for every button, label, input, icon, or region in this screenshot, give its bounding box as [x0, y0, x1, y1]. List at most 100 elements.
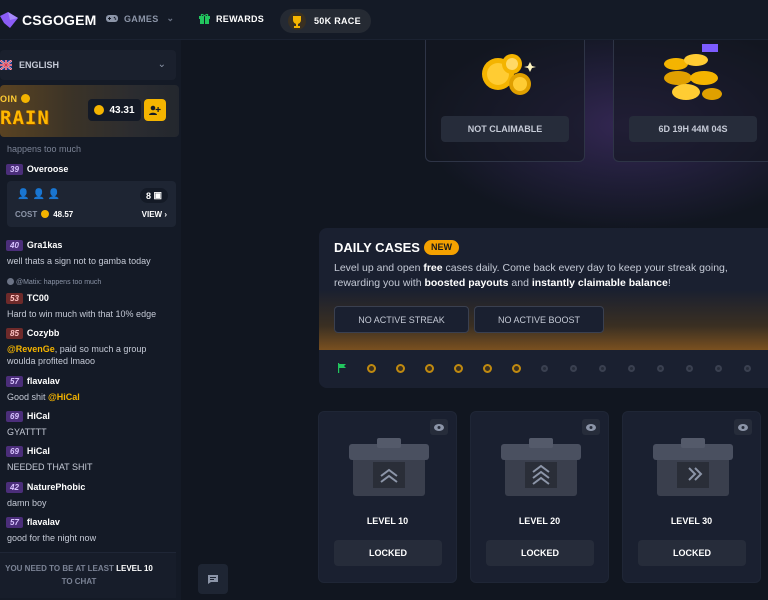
claim-status-button[interactable]: NOT CLAIMABLE [441, 116, 569, 142]
message-text: woulda profited lmaoo [7, 356, 96, 366]
nav-rewards[interactable]: REWARDS [199, 13, 264, 24]
streak-day-dot [367, 364, 376, 373]
streak-day-dot [541, 365, 548, 372]
new-badge: NEW [424, 240, 459, 255]
streak-day-dot [715, 365, 722, 372]
locked-button[interactable]: LOCKED [486, 540, 594, 566]
case-chest-icon [653, 438, 733, 496]
streak-day-dot [744, 365, 751, 372]
eye-icon[interactable] [430, 419, 448, 435]
battle-cost: COST 48.57 [15, 210, 74, 219]
coin-icon [41, 210, 50, 218]
avatar [7, 278, 14, 285]
streak-day-dot [425, 364, 434, 373]
case-card[interactable]: LEVEL 10 LOCKED [318, 411, 457, 583]
battle-case-count: 8 ▣ [140, 188, 168, 203]
case-chest-icon [501, 438, 581, 496]
mention[interactable]: @RevenGe [7, 344, 55, 354]
streak-day-dot [454, 364, 463, 373]
active-streak-button[interactable]: NO ACTIVE STREAK [334, 306, 469, 333]
coin-pile-icon [482, 54, 536, 95]
gamepad-icon [106, 15, 118, 22]
username[interactable]: Overoose [27, 164, 69, 174]
eye-icon[interactable] [734, 419, 752, 435]
case-icon: ▣ [153, 190, 163, 200]
chevron-down-icon: ⌄ [157, 59, 166, 70]
level-badge: 40 [6, 240, 23, 251]
username[interactable]: HiCal [27, 411, 50, 421]
daily-cases-title: DAILY CASES [334, 240, 420, 255]
streak-day-dot [570, 365, 577, 372]
streak-day-dot [657, 365, 664, 372]
view-battle-link[interactable]: VIEW › [142, 210, 167, 219]
uk-flag-icon [0, 60, 12, 70]
message-text: well thats a sign not to gamba today [7, 256, 151, 266]
trophy-icon [288, 12, 306, 30]
level-badge: 69 [6, 446, 23, 457]
streak-day-dot [512, 364, 521, 373]
case-card[interactable]: LEVEL 30 LOCKED [622, 411, 761, 583]
chat-level-requirement: YOU NEED TO BE AT LEAST LEVEL 10 TO CHAT [5, 564, 153, 586]
username[interactable]: NaturePhobic [27, 482, 86, 492]
reply-reference: @Matix: happens too much [7, 278, 101, 286]
nav-games-label: GAMES [124, 13, 159, 24]
chat-message: 57 flavalav [6, 517, 60, 528]
daily-cases-panel: DAILY CASES NEW Level up and open free c… [319, 228, 768, 388]
rain-title: RAIN [0, 107, 50, 129]
chat-message: 69 HiCal [6, 446, 50, 457]
chat-input-area: YOU NEED TO BE AT LEAST LEVEL 10 TO CHAT [0, 552, 176, 598]
chat-message: 85 Cozybb [6, 328, 59, 339]
level-badge: 57 [6, 517, 23, 528]
logo[interactable]: CSGOGEM [0, 11, 97, 28]
claim-timer-button[interactable]: 6D 19H 44M 04S [629, 116, 757, 142]
chat-message: 57 flavalav [6, 376, 60, 387]
active-boost-button[interactable]: NO ACTIVE BOOST [474, 306, 604, 333]
case-chest-icon [349, 438, 429, 496]
username[interactable]: Cozybb [27, 328, 60, 338]
username[interactable]: TC00 [27, 293, 49, 303]
username[interactable]: flavalav [27, 517, 60, 527]
user-plus-icon [149, 105, 161, 115]
top-nav: CSGOGEM GAMES ⌄ REWARDS 50K RACE [0, 0, 768, 40]
join-rain-button[interactable] [144, 99, 166, 121]
reward-card: 6D 19H 44M 04S [613, 40, 768, 162]
nav-games[interactable]: GAMES ⌄ [106, 13, 174, 24]
message-text: damn boy [7, 498, 47, 508]
locked-button[interactable]: LOCKED [638, 540, 746, 566]
case-level-label: LEVEL 30 [670, 516, 713, 526]
nav-race[interactable]: 50K RACE [280, 9, 371, 33]
coin-icon [20, 94, 30, 103]
message-text: good for the night now [7, 533, 97, 543]
nav-race-label: 50K RACE [314, 16, 361, 26]
case-level-label: LEVEL 20 [518, 516, 561, 526]
streak-track [319, 350, 768, 388]
toggle-chat-button[interactable] [198, 564, 228, 594]
gift-icon [199, 13, 210, 24]
chat-message: 69 HiCal [6, 411, 50, 422]
coin-stack-icon [664, 44, 722, 100]
rain-amount-value: 43.31 [109, 104, 135, 116]
level-badge: 39 [6, 164, 23, 175]
username[interactable]: HiCal [27, 446, 50, 456]
eye-icon[interactable] [582, 419, 600, 435]
streak-day-dot [483, 364, 492, 373]
username[interactable]: Gra1kas [27, 240, 63, 250]
level-badge: 53 [6, 293, 23, 304]
message-text: NEEDED THAT SHIT [7, 462, 93, 472]
locked-button[interactable]: LOCKED [334, 540, 442, 566]
chat-bubble-icon [208, 574, 218, 584]
chat-sidebar: ENGLISH ⌄ OIN RAIN 43.31 happens too muc… [0, 40, 181, 600]
players-icon: 👤👤👤 [17, 189, 64, 200]
mention[interactable]: @HiCal [48, 392, 80, 402]
level-badge: 57 [6, 376, 23, 387]
language-select[interactable]: ENGLISH ⌄ [0, 50, 176, 80]
reward-card: NOT CLAIMABLE [425, 40, 585, 162]
case-level-label: LEVEL 10 [366, 516, 409, 526]
case-card[interactable]: LEVEL 20 LOCKED [470, 411, 609, 583]
case-battle-card[interactable]: 👤👤👤 8 ▣ COST 48.57 VIEW › [7, 181, 176, 227]
message-text: GYATTTT [7, 427, 47, 437]
streak-day-dot [599, 365, 606, 372]
faded-message: happens too much [7, 144, 82, 154]
username[interactable]: flavalav [27, 376, 60, 386]
logo-text: CSGOGEM [22, 11, 97, 28]
